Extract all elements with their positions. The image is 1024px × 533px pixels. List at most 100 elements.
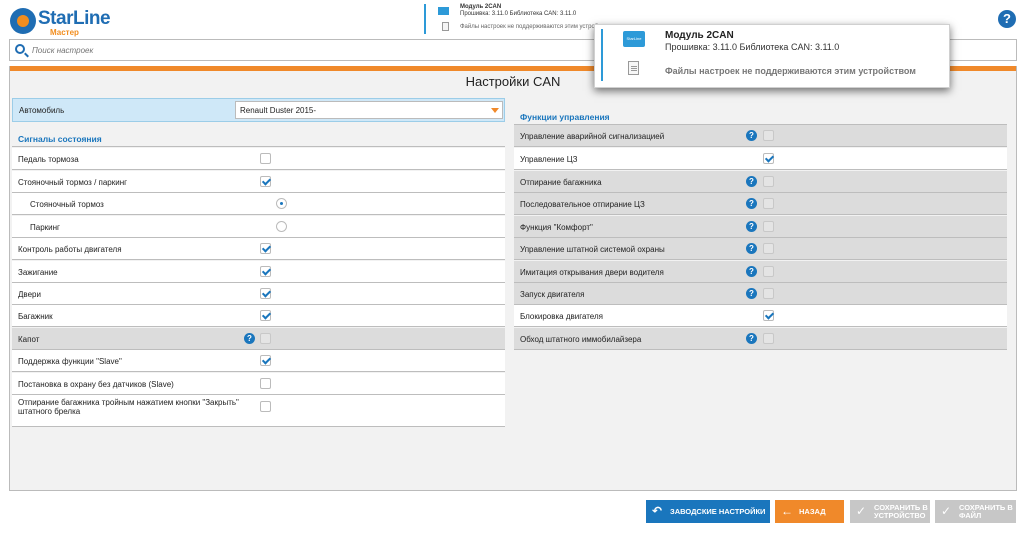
save-to-device-label: Сохранить в устройство [874,504,928,520]
help-icon[interactable]: ? [746,176,757,187]
back-label: Назад [799,507,826,516]
setting-label: Имитация открывания двери водителя [520,268,664,277]
checkbox[interactable] [763,221,774,232]
car-row: Автомобиль Renault Duster 2015- [12,98,505,122]
car-label: Автомобиль [19,106,65,115]
setting-label: Двери [18,290,41,299]
setting-row: Стояночный тормоз [12,193,505,215]
setting-label: Педаль тормоза [18,155,79,164]
checkbox[interactable] [260,355,271,366]
logo-subtitle: Мастер [50,28,79,37]
checkbox[interactable] [260,310,271,321]
setting-label: Контроль работы двигателя [18,245,122,254]
help-icon[interactable]: ? [998,10,1016,28]
car-select[interactable]: Renault Duster 2015- [235,101,503,119]
setting-row: Поддержка функции "Slave" [12,350,505,372]
setting-label: Управление ЦЗ [520,155,578,164]
checkbox[interactable] [763,198,774,209]
setting-row: Блокировка двигателя [514,305,1007,327]
section-title-status: Сигналы состояния [18,134,102,144]
device-chip-icon: StarLine [623,31,645,47]
radio-button[interactable] [276,198,287,209]
checkbox[interactable] [260,243,271,254]
checkbox[interactable] [260,378,271,389]
device-popup: StarLine Модуль 2CAN Прошивка: 3.11.0 Би… [594,24,950,88]
help-icon[interactable]: ? [746,221,757,232]
factory-settings-label: Заводские настройки [670,507,766,516]
setting-row: Багажник [12,305,505,327]
checkbox[interactable] [260,333,271,344]
factory-settings-button[interactable]: ↶ Заводские настройки [646,500,770,523]
save-to-file-button[interactable]: ✓ Сохранить в файл [935,500,1016,523]
document-icon [628,61,639,75]
setting-row: Обход штатного иммобилайзера ? [514,328,1007,350]
check-icon: ✓ [856,504,867,518]
save-file-line2: файл [959,511,982,520]
checkbox[interactable] [763,176,774,187]
setting-label: Багажник [18,312,53,321]
setting-label: Капот [18,335,40,344]
setting-label: Управление аварийной сигнализацией [520,132,665,141]
back-button[interactable]: ← Назад [775,500,844,523]
setting-label: Стояночный тормоз [30,200,104,209]
setting-row: Стояночный тормоз / паркинг [12,171,505,193]
check-icon: ✓ [941,504,952,518]
help-icon[interactable]: ? [746,288,757,299]
device-message: Файлы настроек не поддерживаются этим ус… [460,24,608,30]
device-chip-icon [438,7,449,15]
setting-label: Функция "Комфорт" [520,223,593,232]
setting-label: Паркинг [30,223,60,232]
checkbox[interactable] [763,130,774,141]
setting-row: Постановка в охрану без датчиков (Slave) [12,373,505,395]
checkbox[interactable] [763,243,774,254]
setting-label: Зажигание [18,268,58,277]
checkbox[interactable] [260,266,271,277]
save-to-file-label: Сохранить в файл [959,504,1013,520]
divider [12,146,505,147]
chevron-down-icon [491,108,499,113]
setting-row: Отпирание багажника ? [514,171,1007,193]
checkbox[interactable] [763,153,774,164]
popup-message: Файлы настроек не поддерживаются этим ус… [665,66,916,76]
setting-row: Отпирание багажника тройным нажатием кно… [12,395,505,427]
setting-label: Последовательное отпирание ЦЗ [520,200,645,209]
device-firmware: Прошивка: 3.11.0 Библиотека CAN: 3.11.0 [460,11,577,17]
setting-row: Зажигание [12,261,505,283]
starline-logo: StarLine Мастер [10,6,120,37]
setting-row: Двери [12,283,505,305]
popup-accent [601,29,603,81]
help-icon[interactable]: ? [746,198,757,209]
setting-label: Блокировка двигателя [520,312,603,321]
setting-label: Отпирание багажника [520,178,602,187]
help-icon[interactable]: ? [746,243,757,254]
help-icon[interactable]: ? [746,266,757,277]
setting-label: Запуск двигателя [520,290,585,299]
setting-row: Запуск двигателя ? [514,283,1007,305]
setting-label: Постановка в охрану без датчиков (Slave) [18,380,174,389]
checkbox[interactable] [260,288,271,299]
setting-row: Капот ? [12,328,505,350]
logo-brand: StarLine [38,8,111,29]
popup-device-name: Модуль 2CAN [665,30,734,41]
search-icon [15,44,25,54]
checkbox[interactable] [763,288,774,299]
checkbox[interactable] [260,153,271,164]
setting-row: Паркинг [12,216,505,238]
checkbox[interactable] [763,333,774,344]
checkbox[interactable] [260,176,271,187]
car-select-value: Renault Duster 2015- [240,106,317,115]
reset-icon: ↶ [652,504,663,518]
help-icon[interactable]: ? [746,130,757,141]
search-input[interactable] [32,42,532,58]
radio-button[interactable] [276,221,287,232]
setting-row: Педаль тормоза [12,148,505,170]
save-to-device-button[interactable]: ✓ Сохранить в устройство [850,500,930,523]
setting-row: Управление ЦЗ [514,148,1007,170]
save-device-line2: устройство [874,511,926,520]
checkbox[interactable] [260,401,271,412]
checkbox[interactable] [763,310,774,321]
popup-firmware: Прошивка: 3.11.0 Библиотека CAN: 3.11.0 [665,42,840,52]
checkbox[interactable] [763,266,774,277]
help-icon[interactable]: ? [244,333,255,344]
help-icon[interactable]: ? [746,333,757,344]
